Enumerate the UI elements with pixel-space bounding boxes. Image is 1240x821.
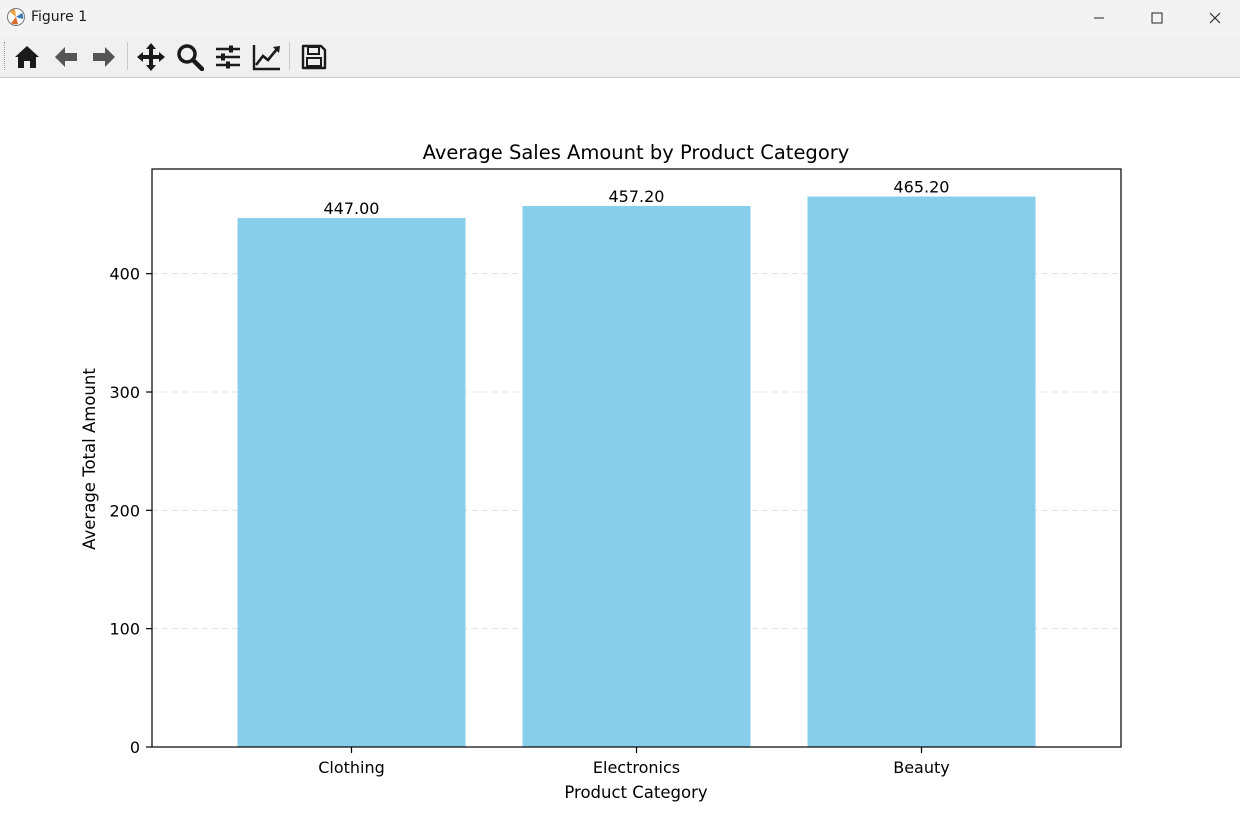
bar-beauty xyxy=(807,196,1036,747)
y-tick-label: 300 xyxy=(109,383,140,402)
y-tick-label: 200 xyxy=(109,501,140,520)
edit-axis-button[interactable] xyxy=(250,40,284,74)
minimize-button[interactable] xyxy=(1070,0,1128,36)
y-tick-label: 400 xyxy=(109,265,140,284)
configure-subplots-button[interactable] xyxy=(211,40,245,74)
forward-button[interactable] xyxy=(87,40,121,74)
edit-axis-icon xyxy=(252,45,280,71)
pan-move-icon xyxy=(137,43,165,71)
bars: 447.00 457.20 465.20 xyxy=(237,178,1036,748)
bar-value-label: 447.00 xyxy=(324,199,380,218)
toolbar-grip xyxy=(4,42,7,70)
x-axis-label: Product Category xyxy=(564,783,707,802)
x-tick-label: Clothing xyxy=(318,758,385,777)
bar-electronics xyxy=(522,205,751,747)
save-disk-icon xyxy=(301,44,327,70)
pan-button[interactable] xyxy=(134,40,168,74)
chart-title: Average Sales Amount by Product Category xyxy=(423,141,850,164)
home-button[interactable] xyxy=(10,40,44,74)
x-tick-label: Beauty xyxy=(893,758,950,777)
maximize-button[interactable] xyxy=(1128,0,1186,36)
configure-subplots-icon xyxy=(216,45,240,69)
window-titlebar: Figure 1 xyxy=(0,0,1240,36)
bar-value-label: 457.20 xyxy=(609,187,665,206)
home-icon xyxy=(15,46,39,68)
zoom-button[interactable] xyxy=(173,40,207,74)
zoom-magnifier-icon xyxy=(177,44,204,71)
back-button[interactable] xyxy=(49,40,83,74)
matplotlib-icon xyxy=(7,8,25,26)
window-title: Figure 1 xyxy=(31,9,88,25)
minimize-icon xyxy=(1094,17,1104,19)
back-arrow-icon xyxy=(55,47,77,67)
y-tick-label: 100 xyxy=(109,620,140,639)
bar-chart: Average Sales Amount by Product Category… xyxy=(80,141,1122,802)
save-button[interactable] xyxy=(297,40,331,74)
toolbar-separator xyxy=(289,42,290,70)
y-axis-label: Average Total Amount xyxy=(80,368,99,550)
x-tick-label: Electronics xyxy=(593,758,680,777)
close-button[interactable] xyxy=(1186,0,1240,36)
bar-value-label: 465.20 xyxy=(894,178,950,197)
y-tick-label: 0 xyxy=(130,738,140,757)
close-icon xyxy=(1209,12,1221,24)
toolbar-separator xyxy=(127,42,128,70)
bar-clothing xyxy=(237,218,466,748)
forward-arrow-icon xyxy=(93,47,115,67)
maximize-icon xyxy=(1151,12,1163,24)
navigation-toolbar xyxy=(0,36,1240,78)
